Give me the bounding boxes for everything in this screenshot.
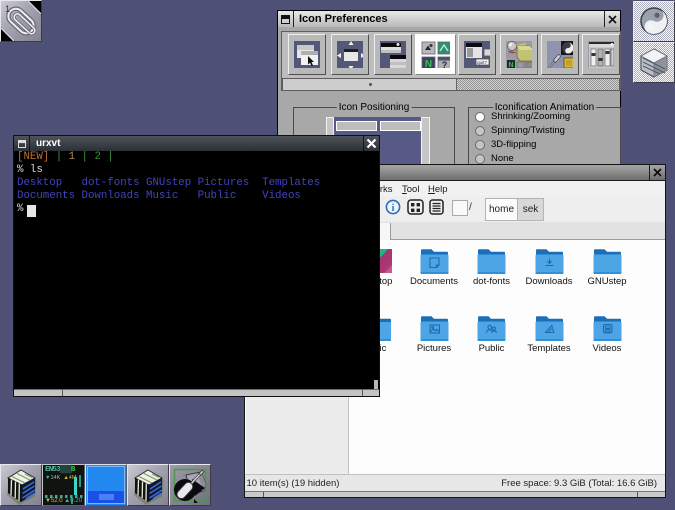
svg-text:1: 1 <box>5 4 10 14</box>
svg-text:N: N <box>425 59 432 68</box>
svg-text:?: ? <box>442 60 448 68</box>
svg-text:N: N <box>508 62 513 68</box>
svg-text:quit?: quit? <box>477 60 487 65</box>
svg-text:i: i <box>392 203 395 214</box>
